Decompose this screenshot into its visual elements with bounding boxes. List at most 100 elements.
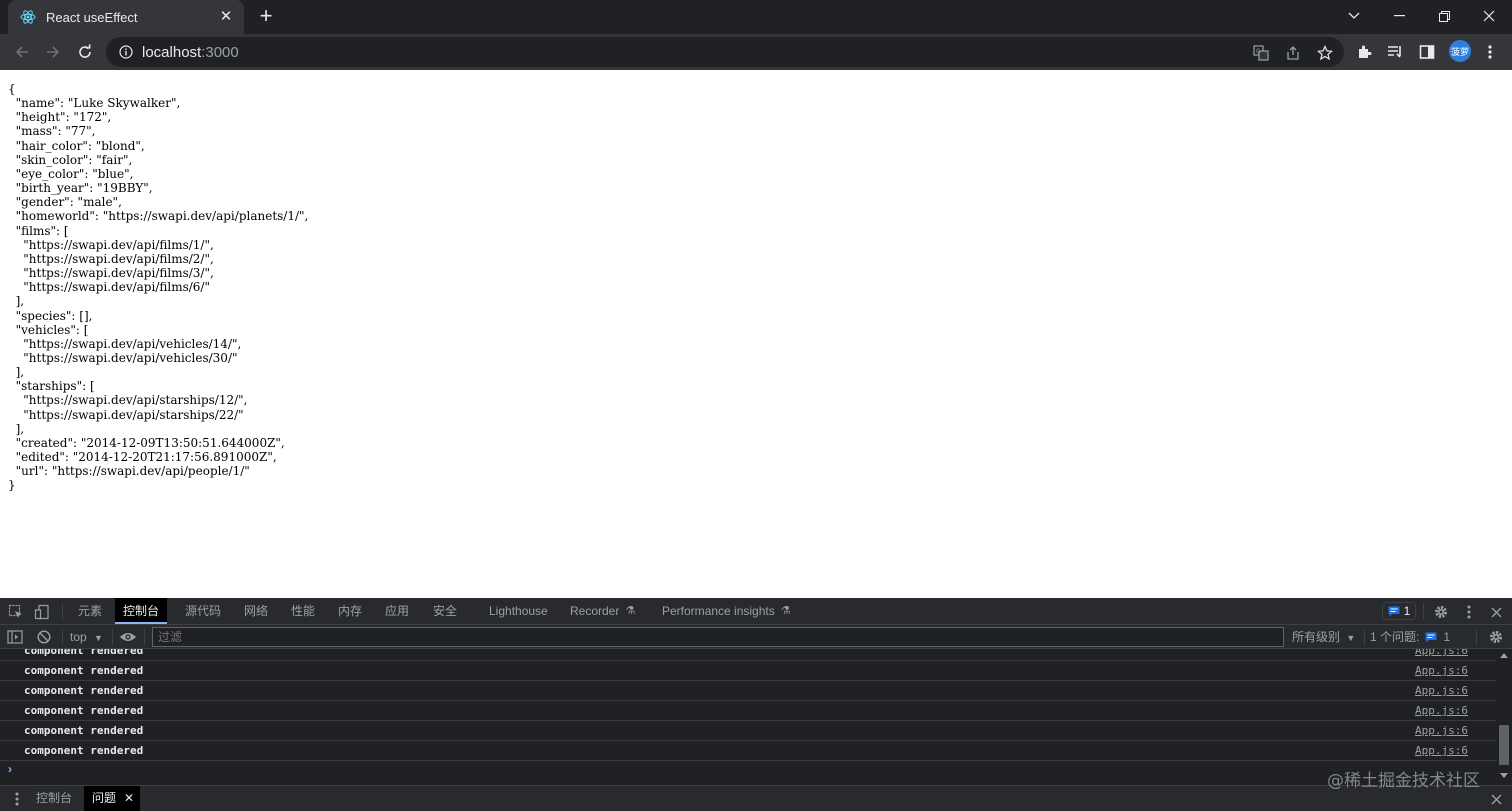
restore-icon[interactable] [1421,0,1467,32]
separator [62,603,63,620]
separator [1476,629,1477,645]
console-scrollbar[interactable] [1496,649,1512,785]
separator [62,629,63,645]
log-message: component rendered [24,664,144,677]
issues-badge[interactable]: 1 [1382,602,1416,620]
svg-text:G: G [1256,48,1261,55]
message-icon [1425,632,1437,642]
reload-icon[interactable] [71,38,99,66]
log-row: component rendered App.js:6 [0,741,1496,761]
side-panel-icon[interactable] [1417,42,1437,62]
log-source-link[interactable]: App.js:6 [1415,704,1468,717]
separator [1423,603,1424,620]
share-icon[interactable] [1284,44,1302,62]
back-icon[interactable] [8,38,36,66]
settings-gear-icon[interactable] [1432,603,1450,621]
forward-icon[interactable] [39,38,67,66]
devtools-drawer: 控制台 问题 ✕ [0,785,1512,811]
tab-performance-insights-label: Performance insights [662,604,775,618]
console-prompt[interactable]: › [8,762,12,776]
flask-icon: ⚗ [780,605,791,617]
context-selector[interactable]: top ▼ [70,627,103,647]
drawer-menu-icon[interactable] [8,790,26,808]
log-message: component rendered [24,744,144,757]
sidebar-toggle-icon[interactable] [6,628,24,646]
log-source-link[interactable]: App.js:6 [1415,664,1468,677]
close-window-icon[interactable] [1466,0,1512,32]
tab-console[interactable]: 控制台 [115,598,168,624]
log-message: component rendered [24,684,144,697]
tab-search-icon[interactable] [1331,0,1377,32]
scroll-up-icon[interactable] [1500,653,1508,658]
log-message: component rendered [24,724,144,737]
tab-application[interactable]: 应用 [377,598,417,624]
minimize-icon[interactable] [1376,0,1422,32]
drawer-tab-console[interactable]: 控制台 [28,786,80,811]
url-host: localhost [142,43,202,61]
close-devtools-icon[interactable] [1487,603,1505,621]
dropdown-caret-icon: ▼ [1346,633,1356,643]
profile-avatar[interactable]: 菠萝 [1449,40,1471,62]
more-menu-icon[interactable] [1480,42,1500,62]
log-row: component rendered App.js:6 [0,701,1496,721]
issues-badge-count: 1 [1403,604,1411,618]
reading-list-icon[interactable] [1385,42,1405,62]
tab-security[interactable]: 安全 [425,598,465,624]
scroll-down-icon[interactable] [1500,773,1508,778]
console-output: component rendered App.js:6 component re… [0,649,1496,785]
address-bar[interactable]: localhost:3000 G [106,37,1344,67]
close-drawer-icon[interactable] [1487,790,1505,808]
site-info-icon[interactable] [118,44,134,60]
inspect-element-icon[interactable] [7,603,25,621]
log-row: component rendered App.js:6 [0,681,1496,701]
tab-performance-insights[interactable]: Performance insights ⚗ [654,598,797,624]
console-filter-bar: top ▼ 所有级别 ▼ 1 个问题: 1 [0,625,1512,649]
translate-icon[interactable]: G [1252,44,1270,62]
tab-sources[interactable]: 源代码 [177,598,229,624]
live-expression-eye-icon[interactable] [119,628,137,646]
tab-recorder-label: Recorder [570,604,620,618]
log-row: component rendered App.js:6 [0,649,1496,661]
log-message: component rendered [24,649,144,657]
tab-elements[interactable]: 元素 [70,598,110,624]
tab-recorder[interactable]: Recorder ⚗ [562,598,641,624]
drawer-tab-issues-label: 问题 [92,791,117,805]
log-source-link[interactable]: App.js:6 [1415,684,1468,697]
json-output: { "name": "Luke Skywalker", "height": "1… [8,82,309,493]
log-row: component rendered App.js:6 [0,721,1496,741]
tab-memory[interactable]: 内存 [330,598,370,624]
dropdown-caret-icon: ▼ [94,633,103,643]
log-source-link[interactable]: App.js:6 [1415,744,1468,757]
devtools-more-icon[interactable] [1460,603,1478,621]
tab-lighthouse[interactable]: Lighthouse [481,598,556,624]
log-source-link[interactable]: App.js:6 [1415,649,1468,657]
console-settings-gear-icon[interactable] [1487,628,1505,646]
separator [1364,629,1365,645]
log-levels-dropdown[interactable]: 所有级别 ▼ [1292,627,1355,647]
log-message: component rendered [24,704,144,717]
drawer-tab-issues[interactable]: 问题 ✕ [84,786,141,811]
clear-console-icon[interactable] [35,628,53,646]
separator [112,629,113,645]
log-row: component rendered App.js:6 [0,661,1496,681]
devtools-panel: 元素 控制台 源代码 网络 性能 内存 应用 安全 Lighthouse Rec… [0,598,1512,811]
close-tab-icon[interactable]: ✕ [218,9,234,25]
console-filter-input[interactable] [152,627,1284,647]
device-toolbar-icon[interactable] [33,603,51,621]
separator [144,629,145,645]
extensions-icon[interactable] [1354,42,1374,62]
devtools-tab-bar: 元素 控制台 源代码 网络 性能 内存 应用 安全 Lighthouse Rec… [0,598,1512,625]
tab-network[interactable]: 网络 [236,598,276,624]
new-tab-button[interactable]: + [252,4,280,30]
tab-strip: React useEffect ✕ + [0,0,1512,34]
message-icon [1388,606,1400,616]
close-drawer-tab-icon[interactable]: ✕ [124,786,134,811]
bookmark-star-icon[interactable] [1316,44,1334,62]
issues-counter-label: 1 个问题: [1370,630,1420,644]
tab-performance[interactable]: 性能 [283,598,323,624]
log-levels-label: 所有级别 [1292,630,1341,644]
log-source-link[interactable]: App.js:6 [1415,724,1468,737]
issues-counter[interactable]: 1 个问题: 1 [1370,627,1450,647]
browser-tab[interactable]: React useEffect ✕ [8,0,244,34]
scroll-thumb[interactable] [1499,725,1509,765]
